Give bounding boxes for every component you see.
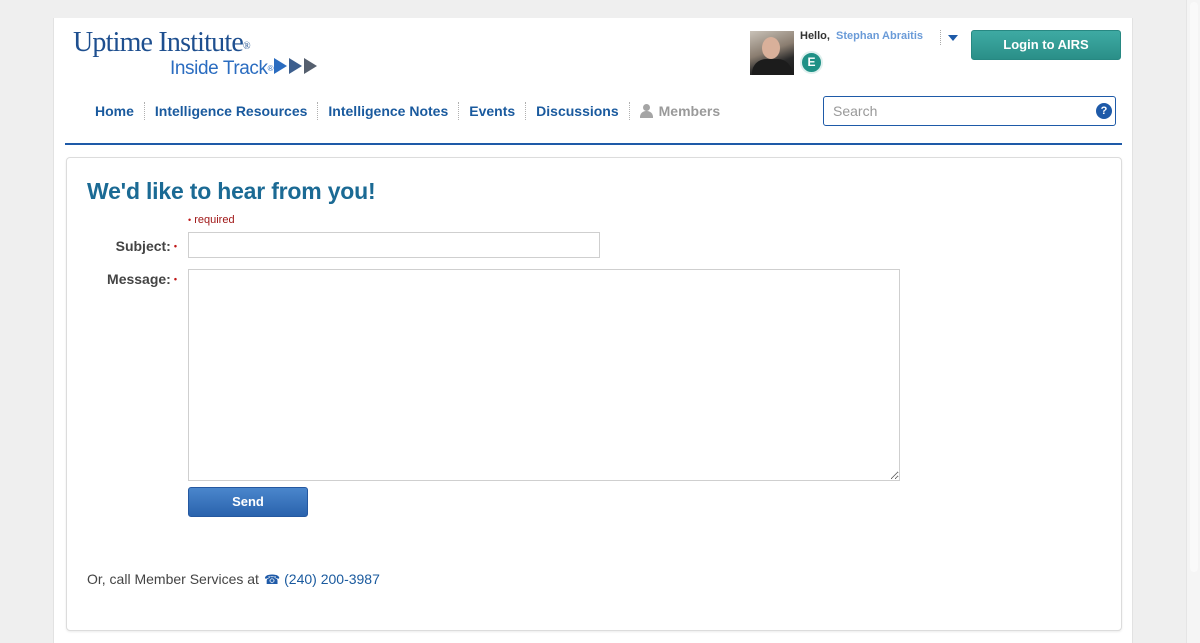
greeting-divider	[940, 30, 941, 45]
member-services-text: Or, call Member Services at	[87, 571, 259, 587]
required-star-icon: •	[188, 215, 192, 225]
scrollbar-thumb[interactable]	[1190, 2, 1198, 572]
person-icon	[639, 104, 653, 118]
login-airs-button[interactable]: Login to AIRS	[971, 30, 1121, 60]
user-greeting: Hello, Stephan Abraitis	[800, 30, 923, 42]
message-field[interactable]	[188, 269, 900, 481]
phone-icon: ☎	[263, 572, 281, 587]
subject-label: Subject: •	[115, 238, 177, 254]
chevron-down-icon[interactable]	[948, 35, 958, 41]
page-container: Uptime Institute® Inside Track® Hello, S…	[53, 18, 1133, 643]
user-avatar[interactable]	[750, 31, 794, 75]
nav-item-events[interactable]: Events	[458, 102, 525, 120]
message-label: Message: •	[107, 271, 177, 287]
required-star-icon: •	[173, 241, 177, 251]
user-name-link[interactable]: Stephan Abraitis	[836, 30, 923, 42]
nav-item-discussions[interactable]: Discussions	[525, 102, 628, 120]
main-nav: Home Intelligence Resources Intelligence…	[85, 101, 730, 121]
required-note: • required	[188, 214, 235, 226]
member-services-line: Or, call Member Services at ☎ (240) 200-39…	[87, 571, 380, 588]
page-title: We'd like to hear from you!	[87, 178, 376, 204]
help-icon[interactable]: ?	[1096, 103, 1112, 119]
logo-main-text: Uptime Institute®	[73, 27, 251, 58]
subject-field[interactable]	[188, 232, 600, 258]
phone-link[interactable]: (240) 200-3987	[284, 571, 380, 587]
nav-divider	[65, 143, 1122, 145]
logo-arrows-icon	[274, 57, 319, 81]
nav-item-members[interactable]: Members	[628, 102, 730, 120]
nav-item-intelligence-resources[interactable]: Intelligence Resources	[143, 102, 318, 120]
logo-sub-text: Inside Track®	[170, 57, 319, 81]
nav-item-home[interactable]: Home	[85, 102, 144, 120]
search-input[interactable]	[824, 97, 1084, 125]
nav-item-intelligence-notes[interactable]: Intelligence Notes	[317, 102, 458, 120]
search-box: ?	[823, 96, 1116, 126]
site-logo[interactable]: Uptime Institute® Inside Track®	[73, 27, 318, 79]
send-button[interactable]: Send	[188, 487, 308, 517]
required-star-icon: •	[173, 274, 177, 284]
membership-badge: E	[800, 51, 823, 74]
contact-form-card: We'd like to hear from you! • required S…	[66, 157, 1122, 631]
nav-item-members-label: Members	[658, 103, 721, 119]
greeting-text: Hello,	[800, 30, 830, 42]
page-scrollbar[interactable]	[1186, 0, 1200, 643]
